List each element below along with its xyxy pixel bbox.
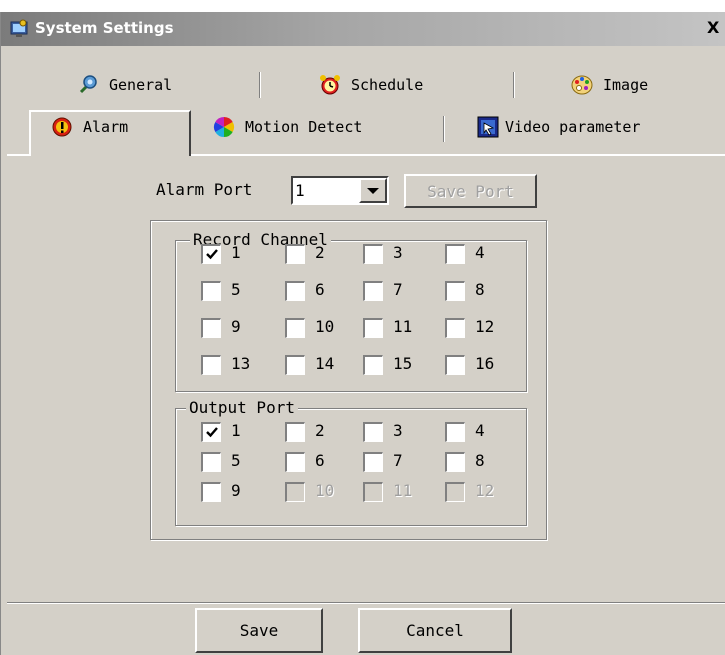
footer-divider	[7, 602, 725, 604]
tab-label: Image	[603, 76, 649, 94]
checkbox-label: 3	[393, 421, 403, 440]
output-port-title: Output Port	[186, 398, 298, 417]
checkbox	[445, 482, 465, 502]
checkbox[interactable]	[201, 482, 221, 502]
general-icon	[79, 75, 97, 94]
cancel-button[interactable]: Cancel	[358, 608, 512, 653]
checkbox-label: 13	[231, 354, 251, 373]
alarm-port-label: Alarm Port	[156, 180, 253, 199]
checkbox-label: 14	[315, 354, 335, 373]
tab-label: Alarm	[83, 118, 129, 136]
checkbox[interactable]	[363, 281, 383, 301]
tab-image[interactable]: Image	[571, 70, 648, 100]
checkbox-label: 9	[231, 481, 241, 500]
tab-general[interactable]: General	[77, 70, 172, 100]
checkbox-label: 7	[393, 451, 403, 470]
checkbox[interactable]	[201, 452, 221, 472]
checkbox[interactable]	[201, 318, 221, 338]
checkbox-label: 6	[315, 451, 325, 470]
tab-schedule[interactable]: Schedule	[319, 70, 423, 100]
checkbox-label: 12	[475, 317, 495, 336]
checkbox-label: 5	[231, 451, 241, 470]
checkbox-label: 12	[475, 481, 495, 500]
checkmark-icon	[205, 249, 218, 260]
title-bar[interactable]: System Settings X	[1, 12, 725, 46]
checkbox[interactable]	[201, 281, 221, 301]
checkbox-label: 16	[475, 354, 495, 373]
tab-panel-top-edge	[191, 154, 725, 156]
alarm-port-select[interactable]: 1	[291, 176, 389, 205]
checkbox[interactable]	[445, 355, 465, 375]
close-button[interactable]: X	[707, 18, 725, 40]
save-port-button[interactable]: Save Port	[404, 174, 537, 208]
tab-divider	[513, 72, 515, 98]
checkbox-label: 11	[393, 317, 413, 336]
tab-label: General	[109, 76, 173, 94]
checkbox[interactable]	[201, 244, 221, 264]
checkbox-label: 7	[393, 280, 403, 299]
checkmark-icon	[205, 427, 218, 438]
alarm-icon	[52, 117, 72, 137]
checkbox-label: 8	[475, 451, 485, 470]
checkbox[interactable]	[285, 422, 305, 442]
save-button[interactable]: Save	[195, 608, 323, 653]
checkbox-label: 5	[231, 280, 241, 299]
checkbox	[285, 482, 305, 502]
checkbox[interactable]	[285, 452, 305, 472]
alarm-port-value: 1	[295, 181, 305, 200]
checkbox	[363, 482, 383, 502]
checkbox[interactable]	[445, 422, 465, 442]
checkbox[interactable]	[201, 422, 221, 442]
checkbox-label: 3	[393, 243, 403, 262]
checkbox-label: 8	[475, 280, 485, 299]
checkbox[interactable]	[363, 355, 383, 375]
tab-label: Schedule	[351, 76, 424, 94]
video-parameter-icon	[477, 116, 499, 138]
checkbox[interactable]	[201, 355, 221, 375]
checkbox-label: 2	[315, 243, 325, 262]
checkbox-label: 4	[475, 243, 485, 262]
system-settings-window: System Settings X General Schedule Image…	[0, 12, 725, 655]
checkbox[interactable]	[445, 452, 465, 472]
checkbox-label: 1	[231, 421, 241, 440]
checkbox-label: 9	[231, 317, 241, 336]
checkbox[interactable]	[285, 318, 305, 338]
checkbox[interactable]	[285, 355, 305, 375]
checkbox[interactable]	[285, 281, 305, 301]
tab-video-parameter[interactable]: Video parameter	[477, 112, 640, 142]
chevron-down-icon	[367, 187, 379, 194]
tab-motion-detect[interactable]: Motion Detect	[213, 112, 362, 142]
palette-icon	[571, 75, 593, 95]
tab-label: Motion Detect	[245, 118, 363, 136]
checkbox[interactable]	[363, 318, 383, 338]
checkbox-label: 6	[315, 280, 325, 299]
alarm-clock-icon	[320, 75, 340, 95]
checkbox[interactable]	[445, 318, 465, 338]
checkbox[interactable]	[363, 422, 383, 442]
checkbox[interactable]	[363, 452, 383, 472]
tab-divider	[259, 72, 261, 98]
tab-panel-top-edge	[7, 154, 29, 156]
settings-app-icon	[10, 19, 28, 37]
checkbox-label: 2	[315, 421, 325, 440]
checkbox[interactable]	[445, 281, 465, 301]
checkbox-label: 15	[393, 354, 413, 373]
checkbox-label: 10	[315, 481, 335, 500]
tab-label: Video parameter	[505, 118, 641, 136]
checkbox-label: 4	[475, 421, 485, 440]
checkbox-label: 1	[231, 243, 241, 262]
color-wheel-icon	[213, 116, 235, 138]
checkbox[interactable]	[445, 244, 465, 264]
checkbox[interactable]	[363, 244, 383, 264]
tab-alarm[interactable]: Alarm	[51, 112, 128, 142]
dropdown-button[interactable]	[359, 178, 387, 203]
checkbox[interactable]	[285, 244, 305, 264]
tab-divider	[443, 116, 445, 142]
window-title: System Settings	[35, 19, 174, 37]
checkbox-label: 11	[393, 481, 413, 500]
checkbox-label: 10	[315, 317, 335, 336]
